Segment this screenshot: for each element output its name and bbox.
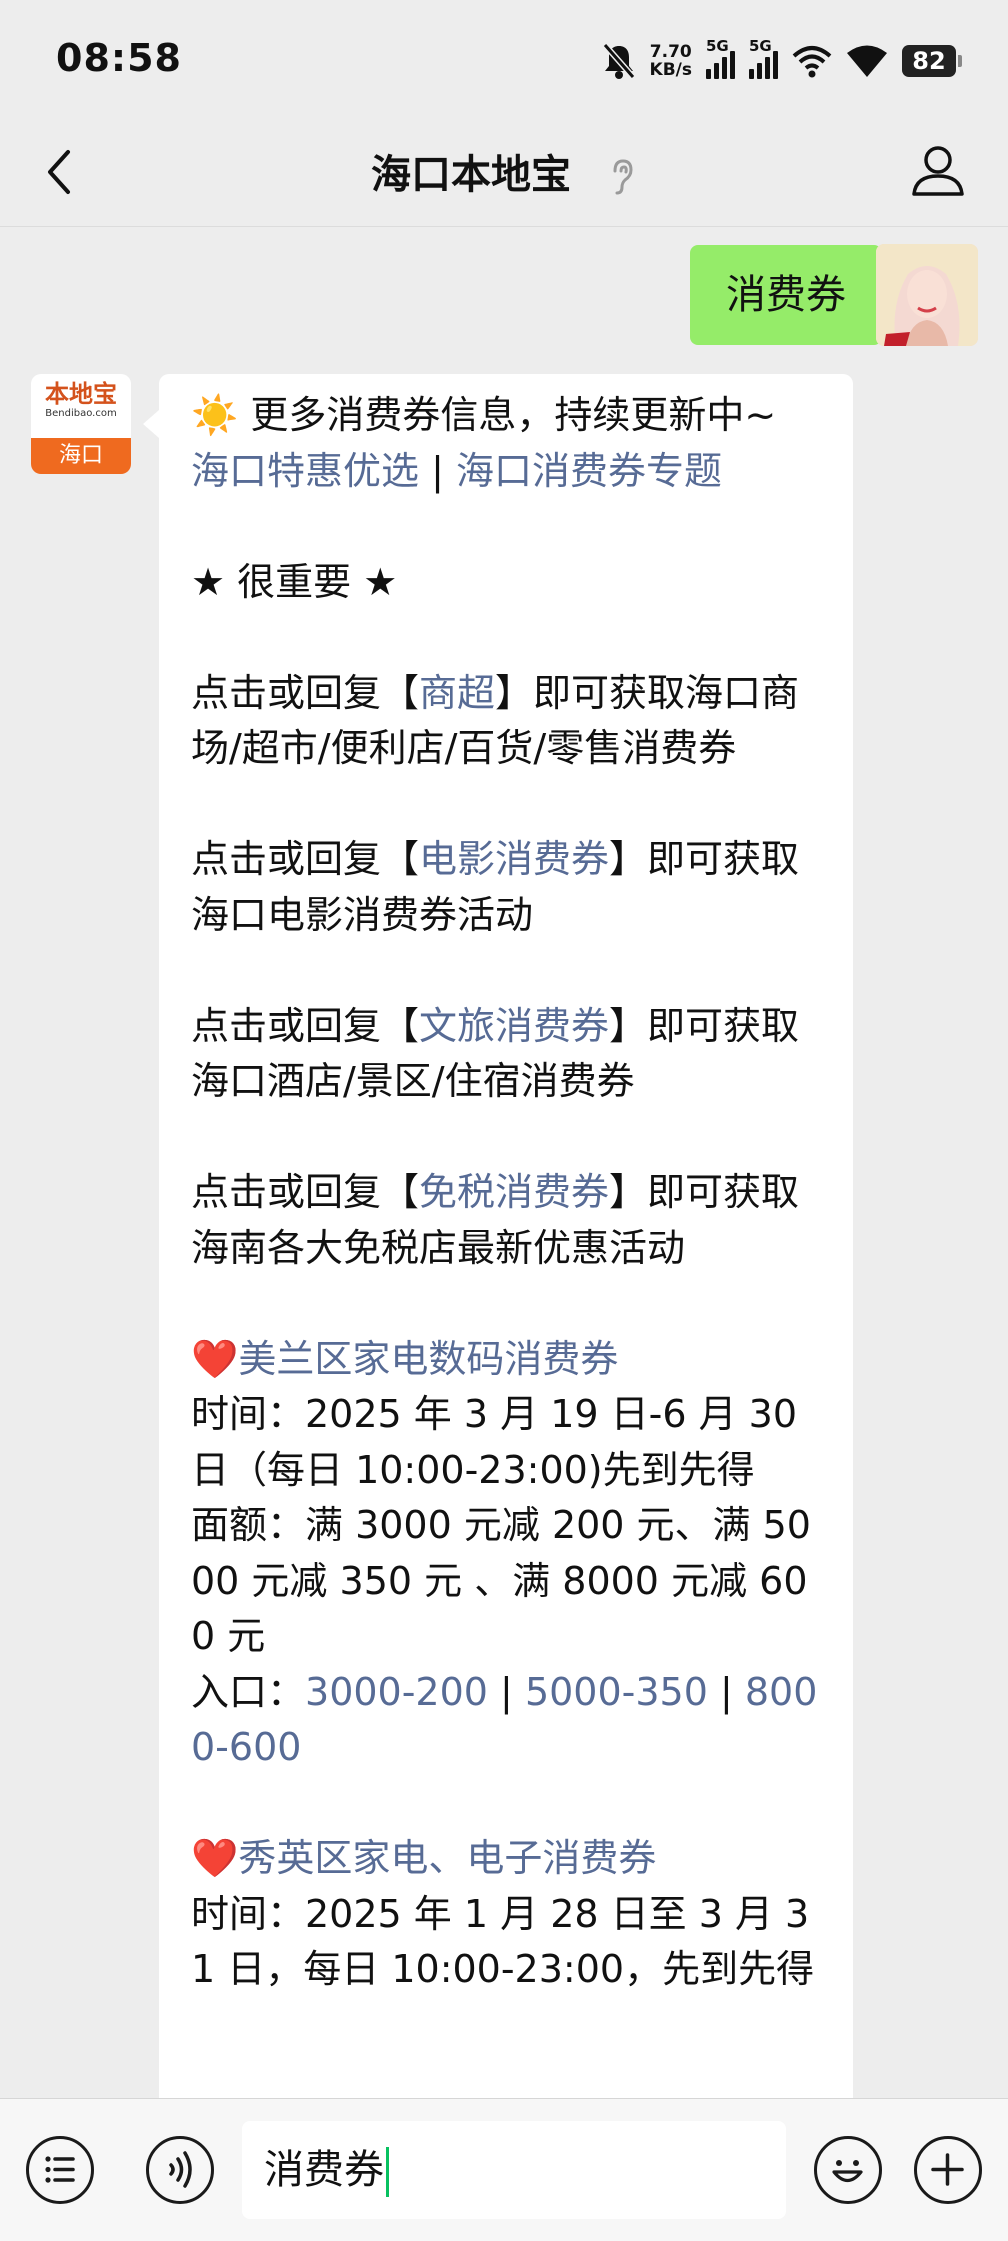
bot-avatar-city: 海口 [31,438,131,474]
text-caret [386,2147,389,2197]
link-mianshui[interactable]: 免税消费券 [419,1170,609,1214]
emoji-icon [832,2160,863,2183]
net-speed: 7.70 KB/s [649,42,692,80]
link-dianying[interactable]: 电影消费券 [419,837,609,881]
chat-area[interactable]: 消费券 本地宝 Bendibao.com 海口 ☀️ 更多消费券信息，持续更新中… [0,226,1008,2098]
input-bar: 消费券 [0,2098,1008,2241]
plus-icon [931,2153,964,2186]
link-entry-5000[interactable]: 5000-350 [525,1670,708,1714]
emoji-button[interactable] [814,2136,882,2204]
avatar[interactable] [876,244,978,346]
voice-icon [169,2151,192,2188]
received-message-bubble[interactable]: ☀️ 更多消费券信息，持续更新中~ 海口特惠优选 | 海口消费券专题 ★ 很重要… [143,374,853,2098]
person-icon[interactable] [908,140,968,200]
bot-avatar[interactable]: 本地宝 Bendibao.com 海口 [31,374,131,474]
link-shangchao[interactable]: 商超 [419,671,495,715]
heart-icon: ❤️ [191,1836,239,1880]
link-entry-3000[interactable]: 3000-200 [305,1670,488,1714]
message-input[interactable]: 消费券 [242,2121,786,2219]
battery-icon: 82 [902,45,962,77]
plus-button[interactable] [914,2136,982,2204]
signal-5g-2-icon: 5G [749,37,778,79]
wifi-icon [847,45,887,77]
list-icon [45,2156,75,2183]
mute-bell-icon [602,43,635,79]
important-heading: ★ 很重要 ★ [191,559,398,604]
link-meilan-title[interactable]: 美兰区家电数码消费券 [238,1337,618,1381]
chat-title-wrap: 海口本地宝 [0,142,1008,200]
link-wenlv[interactable]: 文旅消费券 [419,1004,609,1048]
link-haikou-zhuanti[interactable]: 海口消费券专题 [456,449,722,493]
sun-icon: ☀️ [191,393,239,437]
sent-message-bubble[interactable]: 消费券 [690,245,898,345]
hotspot-wifi-icon [792,46,832,78]
ear-icon [613,159,633,195]
bendibao-logo: 本地宝 Bendibao.com [45,379,117,420]
status-time: 08:58 [56,36,182,80]
menu-button[interactable] [26,2136,94,2204]
link-xiuying-title[interactable]: 秀英区家电、电子消费券 [238,1836,656,1880]
status-icons: 7.70 KB/s 5G 5G 82 [602,36,962,86]
link-haikou-tehui[interactable]: 海口特惠优选 [191,449,419,493]
chat-header: 海口本地宝 [0,118,1008,227]
status-bar: 08:58 7.70 KB/s 5G 5G 82 [0,0,1008,118]
heart-icon: ❤️ [191,1336,239,1381]
chat-title: 海口本地宝 [371,152,572,198]
voice-button[interactable] [146,2136,214,2204]
message-text: ☀️ 更多消费券信息，持续更新中~ 海口特惠优选 | 海口消费券专题 ★ 很重要… [191,393,818,1991]
signal-5g-1-icon: 5G [706,37,735,79]
